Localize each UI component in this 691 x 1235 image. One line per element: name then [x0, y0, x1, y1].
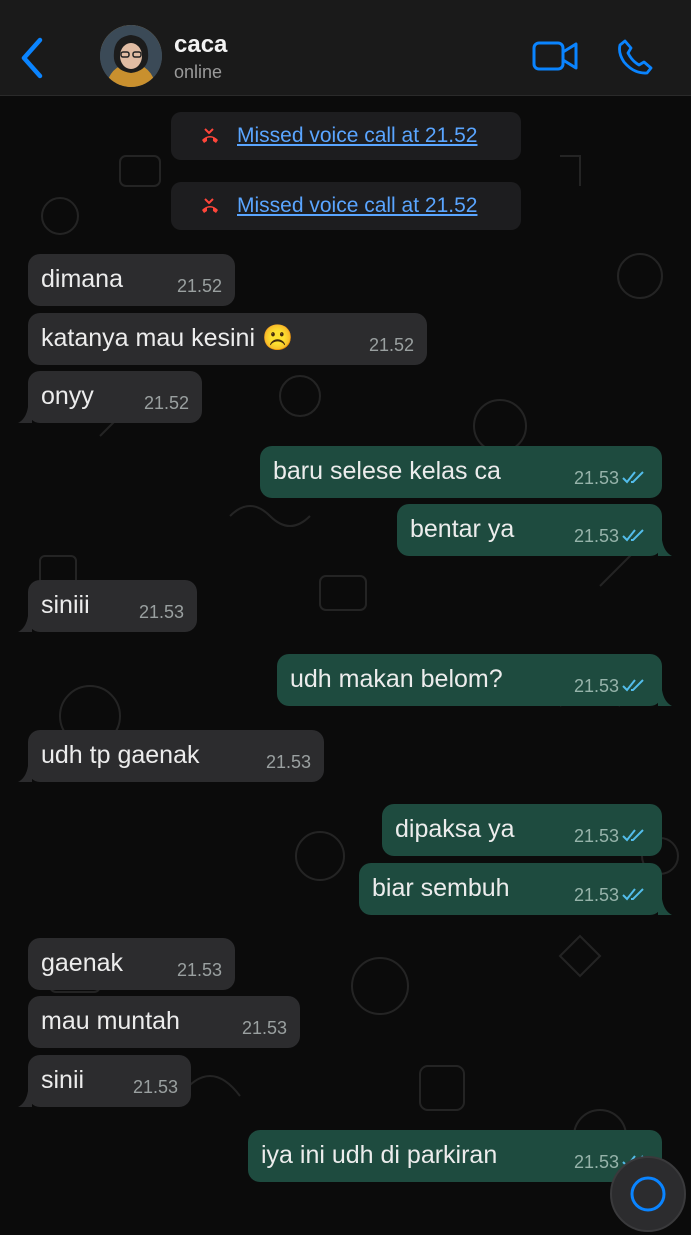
message-text: dipaksa ya — [395, 815, 515, 843]
read-receipt-icon — [622, 529, 644, 542]
outgoing-message[interactable]: biar sembuh 21.53 — [359, 863, 672, 915]
missed-call-text[interactable]: Missed voice call at 21.52 — [237, 194, 477, 218]
bubble-tail — [658, 899, 672, 915]
outgoing-message[interactable]: dipaksa ya 21.53 — [382, 804, 662, 856]
outgoing-message[interactable]: baru selese kelas ca 21.53 — [260, 446, 662, 498]
video-camera-icon[interactable] — [532, 40, 578, 72]
message-time: 21.52 — [143, 393, 189, 413]
message-time: 21.52 — [368, 335, 414, 355]
missed-call-text[interactable]: Missed voice call at 21.52 — [237, 124, 477, 148]
chat-area[interactable]: Missed voice call at 21.52 Missed voice … — [0, 96, 691, 1200]
incoming-message[interactable]: udh tp gaenak 21.53 — [18, 730, 324, 782]
message-time: 21.53 — [573, 826, 619, 846]
incoming-message[interactable]: mau muntah 21.53 — [28, 996, 300, 1048]
avatar[interactable] — [100, 25, 162, 87]
read-receipt-icon — [622, 829, 644, 842]
message-text: baru selese kelas ca — [273, 457, 501, 485]
message-text: sinii — [41, 1066, 85, 1094]
message-text: udh makan belom? — [290, 665, 503, 693]
message-time: 21.53 — [138, 602, 184, 622]
incoming-message[interactable]: gaenak 21.53 — [28, 938, 235, 990]
missed-call-icon — [202, 198, 218, 213]
incoming-message[interactable]: sinii 21.53 — [18, 1055, 191, 1107]
message-text: iya ini udh di parkiran — [261, 1141, 498, 1169]
read-receipt-icon — [622, 679, 644, 692]
message-text: onyy — [41, 382, 94, 410]
outgoing-message[interactable]: iya ini udh di parkiran 21.53 — [248, 1130, 662, 1182]
missed-call-notice[interactable]: Missed voice call at 21.52 — [171, 112, 521, 160]
message-text: dimana — [41, 265, 123, 293]
incoming-message[interactable]: onyy 21.52 — [18, 371, 202, 423]
incoming-message[interactable]: dimana 21.52 — [28, 254, 235, 306]
message-text: bentar ya — [410, 515, 515, 543]
message-time: 21.53 — [265, 752, 311, 772]
bubble-tail — [18, 407, 32, 423]
bubble-tail — [18, 1091, 32, 1107]
contact-name[interactable]: caca — [174, 31, 227, 59]
message-text: biar sembuh — [372, 874, 510, 902]
bubble-tail — [658, 540, 672, 556]
chevron-down-icon — [630, 1176, 666, 1212]
bubble-tail — [18, 616, 32, 632]
message-time: 21.53 — [573, 526, 619, 546]
read-receipt-icon — [622, 471, 644, 484]
read-receipt-icon — [622, 888, 644, 901]
chat-header: caca online — [0, 0, 691, 96]
contact-status: online — [174, 62, 223, 82]
outgoing-message[interactable]: udh makan belom? 21.53 — [277, 654, 672, 706]
message-time: 21.53 — [573, 885, 619, 905]
message-text: siniii — [41, 591, 90, 619]
bubble-tail — [658, 690, 672, 706]
message-text: katanya mau kesini ☹️ — [41, 324, 294, 352]
incoming-message[interactable]: katanya mau kesini ☹️ 21.52 — [28, 313, 427, 365]
phone-icon[interactable] — [616, 38, 654, 76]
message-text: udh tp gaenak — [41, 741, 200, 769]
message-time: 21.53 — [176, 960, 222, 980]
message-time: 21.53 — [241, 1018, 287, 1038]
outgoing-message[interactable]: bentar ya 21.53 — [397, 504, 672, 556]
scroll-to-bottom-button[interactable] — [610, 1156, 686, 1232]
message-text: gaenak — [41, 949, 124, 977]
missed-call-icon — [202, 128, 218, 143]
message-text: mau muntah — [41, 1007, 180, 1035]
bubble-tail — [18, 766, 32, 782]
message-time: 21.53 — [132, 1077, 178, 1097]
missed-call-notice[interactable]: Missed voice call at 21.52 — [171, 182, 521, 230]
message-time: 21.53 — [573, 676, 619, 696]
message-time: 21.52 — [176, 276, 222, 296]
chevron-left-icon[interactable] — [18, 36, 48, 80]
message-time: 21.53 — [573, 468, 619, 488]
incoming-message[interactable]: siniii 21.53 — [18, 580, 197, 632]
